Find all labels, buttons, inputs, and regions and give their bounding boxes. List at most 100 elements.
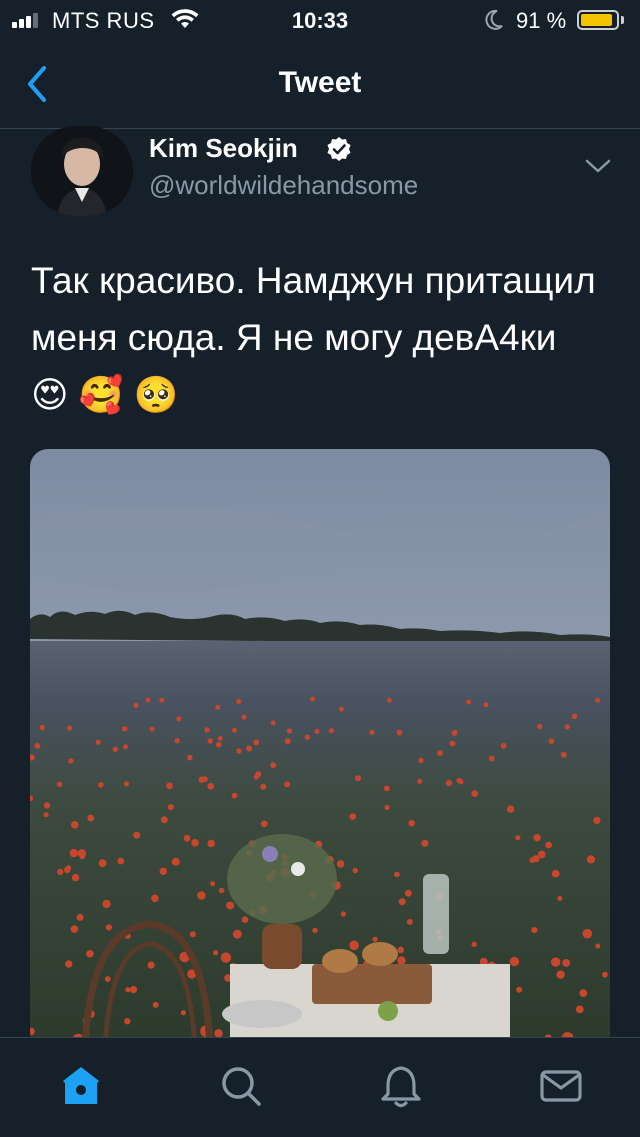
- poppy: [483, 702, 489, 708]
- poppy: [112, 746, 119, 752]
- status-bar: MTS RUS 10:33 91 %: [0, 0, 640, 40]
- poppy: [217, 735, 223, 741]
- poppy: [548, 738, 555, 744]
- poppy: [67, 725, 73, 731]
- bell-icon[interactable]: [377, 1062, 425, 1110]
- battery-percent: 91 %: [516, 8, 567, 33]
- poppy: [166, 782, 173, 790]
- poppy: [397, 956, 406, 965]
- poppy: [253, 774, 259, 780]
- poppy: [226, 901, 235, 910]
- poppy: [236, 699, 242, 704]
- poppy: [207, 783, 215, 790]
- poppy: [71, 821, 79, 829]
- poppy: [68, 758, 74, 764]
- search-icon[interactable]: [217, 1062, 265, 1110]
- poppy: [418, 757, 424, 764]
- avatar[interactable]: [31, 126, 133, 216]
- poppy: [260, 820, 268, 828]
- poppy: [270, 720, 276, 726]
- poppy: [284, 738, 291, 745]
- poppy: [396, 729, 403, 736]
- battery-icon: [577, 10, 619, 30]
- poppy: [207, 738, 213, 744]
- tab-bar: [0, 1037, 640, 1137]
- poppy: [582, 928, 593, 939]
- poppy: [125, 987, 131, 993]
- poppy: [180, 1010, 186, 1016]
- poppy: [383, 785, 390, 792]
- poppy: [174, 738, 180, 744]
- poppy: [557, 896, 563, 901]
- poppy: [506, 805, 515, 813]
- poppy: [159, 867, 167, 875]
- poppy: [98, 782, 104, 788]
- poppy: [562, 959, 571, 967]
- verified-icon: [327, 137, 351, 161]
- author-handle[interactable]: @worldwildehandsome: [149, 170, 418, 201]
- poppy: [43, 802, 51, 809]
- poppy: [71, 873, 80, 882]
- nav-bar: Tweet: [0, 40, 640, 129]
- poppy: [56, 781, 63, 788]
- moon-icon: [485, 9, 503, 30]
- poppy: [145, 697, 151, 703]
- home-icon[interactable]: [57, 1062, 105, 1110]
- poppy: [372, 936, 378, 942]
- poppy: [538, 850, 546, 859]
- poppy: [336, 860, 345, 868]
- poppy: [86, 950, 94, 958]
- poppy: [220, 952, 232, 963]
- poppy: [152, 1001, 159, 1008]
- poppy: [286, 728, 293, 734]
- poppy: [417, 778, 423, 784]
- poppy: [369, 729, 375, 735]
- poppy: [124, 1018, 131, 1025]
- poppy: [171, 857, 180, 866]
- poppy: [445, 779, 453, 787]
- poppy: [406, 918, 413, 925]
- poppy: [121, 726, 128, 732]
- poppy: [466, 699, 472, 705]
- chevron-down-icon[interactable]: [584, 156, 612, 176]
- poppy: [421, 839, 429, 847]
- heart-eyes-emoji: 😍: [31, 375, 69, 416]
- mail-icon[interactable]: [537, 1062, 585, 1110]
- poppy: [314, 728, 320, 734]
- poppy: [560, 751, 567, 758]
- author-name[interactable]: Kim Seokjin: [149, 133, 298, 164]
- poppy: [408, 819, 416, 827]
- poppy: [151, 894, 159, 903]
- poppy: [338, 706, 344, 712]
- poppy: [77, 849, 87, 858]
- poppy: [533, 834, 541, 842]
- poppy: [159, 697, 165, 703]
- poppy: [187, 754, 193, 761]
- poppy: [43, 812, 49, 818]
- poppy: [340, 911, 346, 917]
- poppy: [232, 929, 242, 939]
- poppy: [213, 950, 219, 956]
- poppy: [39, 724, 45, 731]
- poppy: [404, 889, 412, 897]
- poppy: [529, 857, 535, 863]
- poppy: [149, 726, 155, 732]
- poppy: [312, 927, 318, 933]
- poppy: [537, 723, 543, 730]
- poppy: [602, 971, 608, 978]
- poppy: [449, 740, 456, 747]
- poppy: [328, 728, 334, 734]
- poppy: [284, 781, 291, 788]
- poppy: [95, 739, 101, 745]
- poppy: [34, 742, 41, 749]
- poppy: [352, 867, 358, 874]
- poppy: [384, 804, 390, 810]
- poppy: [545, 841, 552, 849]
- poppy: [57, 868, 64, 875]
- battery-cap: [621, 16, 624, 24]
- poppy: [104, 976, 111, 982]
- poppy: [133, 831, 141, 839]
- tweet-photo[interactable]: [30, 449, 610, 1049]
- poppy: [207, 839, 215, 848]
- poppy: [551, 869, 560, 878]
